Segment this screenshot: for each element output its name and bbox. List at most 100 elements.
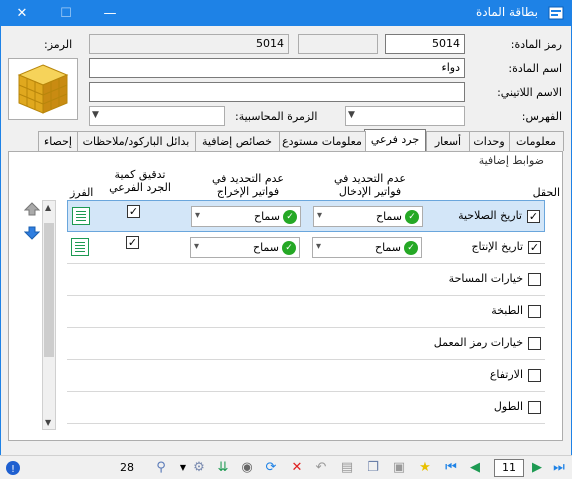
col-exit-line1: عدم التحديد في (211, 172, 284, 185)
tab-label: خصائص إضافية (202, 135, 272, 148)
col-audit-line2: الجرد الفرعي (109, 181, 171, 194)
sort-list-icon[interactable] (71, 238, 89, 256)
tab-prices[interactable]: أسعار (426, 131, 470, 151)
section-title: ضوابط إضافية (478, 154, 544, 167)
tab-statistics[interactable]: إحصاء (38, 131, 78, 151)
field-name: الارتفاع (489, 368, 523, 381)
field-checkbox[interactable]: ✓ (528, 241, 541, 254)
tab-warehouse-info[interactable]: معلومات مستودع (278, 131, 366, 151)
move-up-icon[interactable] (24, 202, 40, 216)
chevron-down-icon: ▼ (348, 110, 355, 120)
info-icon[interactable]: ! (4, 459, 22, 477)
field-name: الطول (493, 400, 523, 413)
undo-icon[interactable]: ↶ (312, 459, 330, 477)
table-row[interactable]: ✓ تاريخ الإنتاج ✓ سماح ▾ ✓ سماح ▾ ✓ (67, 232, 545, 264)
tab-label: معلومات مستودع (282, 135, 362, 148)
tab-sub-inventory[interactable]: جرد فرعي (364, 129, 426, 152)
index-select[interactable]: ▼ (345, 106, 465, 126)
star-icon[interactable]: ★ (416, 459, 434, 477)
col-audit-line1: تدقيق كمية (114, 168, 166, 181)
close-button[interactable]: ✕ (0, 0, 44, 26)
audit-checkbox[interactable]: ✓ (126, 236, 139, 249)
table-row[interactable]: الارتفاع (67, 360, 545, 392)
symbol-field[interactable]: 5014 (89, 34, 289, 54)
entry-invoice-select[interactable]: ✓ سماح ▾ (313, 206, 423, 227)
field-checkbox[interactable] (528, 305, 541, 318)
tab-units[interactable]: وحدات (468, 131, 510, 151)
refresh-icon[interactable]: ⟳ (262, 459, 280, 477)
field-name: خيارات المساحة (448, 272, 523, 285)
tab-label: بدائل الباركود/ملاحظات (82, 135, 190, 148)
tab-info[interactable]: معلومات (508, 131, 564, 151)
sort-icon[interactable]: ⇊ (214, 459, 232, 477)
previous-page-icon[interactable]: ◀ (466, 459, 484, 477)
col-exit-header: عدم التحديد في فواتير الإخراج (198, 172, 298, 198)
table-row[interactable]: الطبخة (67, 296, 545, 328)
audit-checkbox[interactable]: ✓ (127, 205, 140, 218)
window-title: بطاقة المادة (475, 5, 538, 19)
first-page-icon[interactable]: ⏮ (442, 459, 460, 477)
bottom-toolbar: ! 28 ⚲ ▼ ⚙ ⇊ ◉ ⟳ ✕ ↶ ▤ ❐ ▣ ★ ⏮ ◀ 11 ▶ ⏭ (0, 455, 572, 479)
attachment-icon[interactable]: ⚲ (152, 459, 170, 477)
next-page-icon[interactable]: ▶ (528, 459, 546, 477)
tab-barcode-notes[interactable]: بدائل الباركود/ملاحظات (76, 131, 196, 151)
latin-name-label: الاسم اللاتيني: (497, 86, 562, 99)
table-row[interactable]: الطول (67, 392, 545, 424)
scroll-thumb[interactable] (44, 223, 54, 357)
tab-label: أسعار (434, 135, 462, 148)
field-checkbox[interactable] (528, 369, 541, 382)
scroll-up-icon[interactable]: ▲ (45, 203, 51, 212)
check-circle-icon: ✓ (405, 210, 419, 224)
close-icon: ✕ (16, 5, 28, 21)
check-circle-icon: ✓ (282, 241, 296, 255)
accounting-group-label: الزمرة المحاسبية: (235, 110, 318, 123)
maximize-button[interactable]: ☐ (44, 0, 88, 26)
table-row[interactable]: خيارات المساحة (67, 264, 545, 296)
col-entry-header: عدم التحديد في فواتير الإدخال (320, 172, 420, 198)
tab-label: معلومات (515, 135, 557, 148)
scroll-down-icon[interactable]: ▼ (45, 418, 51, 427)
field-name: تاريخ الإنتاج (471, 240, 523, 253)
exit-invoice-select[interactable]: ✓ سماح ▾ (191, 206, 301, 227)
page-number-input[interactable]: 11 (494, 459, 524, 477)
maximize-icon: ☐ (60, 5, 72, 21)
sort-list-icon[interactable] (72, 207, 90, 225)
table-row[interactable]: ✓ تاريخ الصلاحية ✓ سماح ▾ ✓ سماح ▾ ✓ (67, 200, 545, 232)
chevron-down-icon: ▾ (194, 241, 200, 252)
copy-icon[interactable]: ❐ (364, 459, 382, 477)
code-extra-field[interactable] (298, 34, 378, 54)
col-field-header: الحقل (532, 186, 560, 199)
record-count: 28 (120, 461, 134, 474)
name-input[interactable]: دواء (89, 58, 465, 78)
minimize-button[interactable]: — (88, 0, 132, 26)
save-icon[interactable]: ▣ (390, 459, 408, 477)
app-icon (548, 6, 564, 20)
item-image[interactable] (8, 58, 78, 120)
exit-invoice-select[interactable]: ✓ سماح ▾ (190, 237, 300, 258)
settings-icon[interactable]: ⚙ (190, 459, 208, 477)
field-checkbox[interactable] (528, 401, 541, 414)
field-checkbox[interactable]: ✓ (527, 210, 540, 223)
chevron-down-icon: ▾ (317, 210, 323, 221)
cube-icon (17, 64, 69, 114)
latin-name-input[interactable] (89, 82, 465, 102)
delete-icon[interactable]: ✕ (288, 459, 306, 477)
move-down-icon[interactable] (24, 226, 40, 240)
view-icon[interactable]: ◉ (238, 459, 256, 477)
col-audit-header: تدقيق كمية الجرد الفرعي (105, 168, 175, 194)
select-value: سماح (253, 210, 280, 223)
table-row[interactable]: خيارات رمز المعمل (67, 328, 545, 360)
paste-icon[interactable]: ▤ (338, 459, 356, 477)
grid-scrollbar[interactable]: ▲ ▼ (42, 200, 56, 430)
field-checkbox[interactable] (528, 337, 541, 350)
tab-extra-properties[interactable]: خصائص إضافية (194, 131, 280, 151)
col-entry-line2: فواتير الإدخال (338, 185, 402, 198)
code-label: رمز المادة: (510, 38, 562, 51)
code-input[interactable]: 5014 (385, 34, 465, 54)
name-label: اسم المادة: (508, 62, 562, 75)
last-page-icon[interactable]: ⏭ (550, 459, 568, 477)
accounting-group-select[interactable]: ▼ (89, 106, 225, 126)
entry-invoice-select[interactable]: ✓ سماح ▾ (312, 237, 422, 258)
tab-label: جرد فرعي (370, 133, 420, 146)
field-checkbox[interactable] (528, 273, 541, 286)
